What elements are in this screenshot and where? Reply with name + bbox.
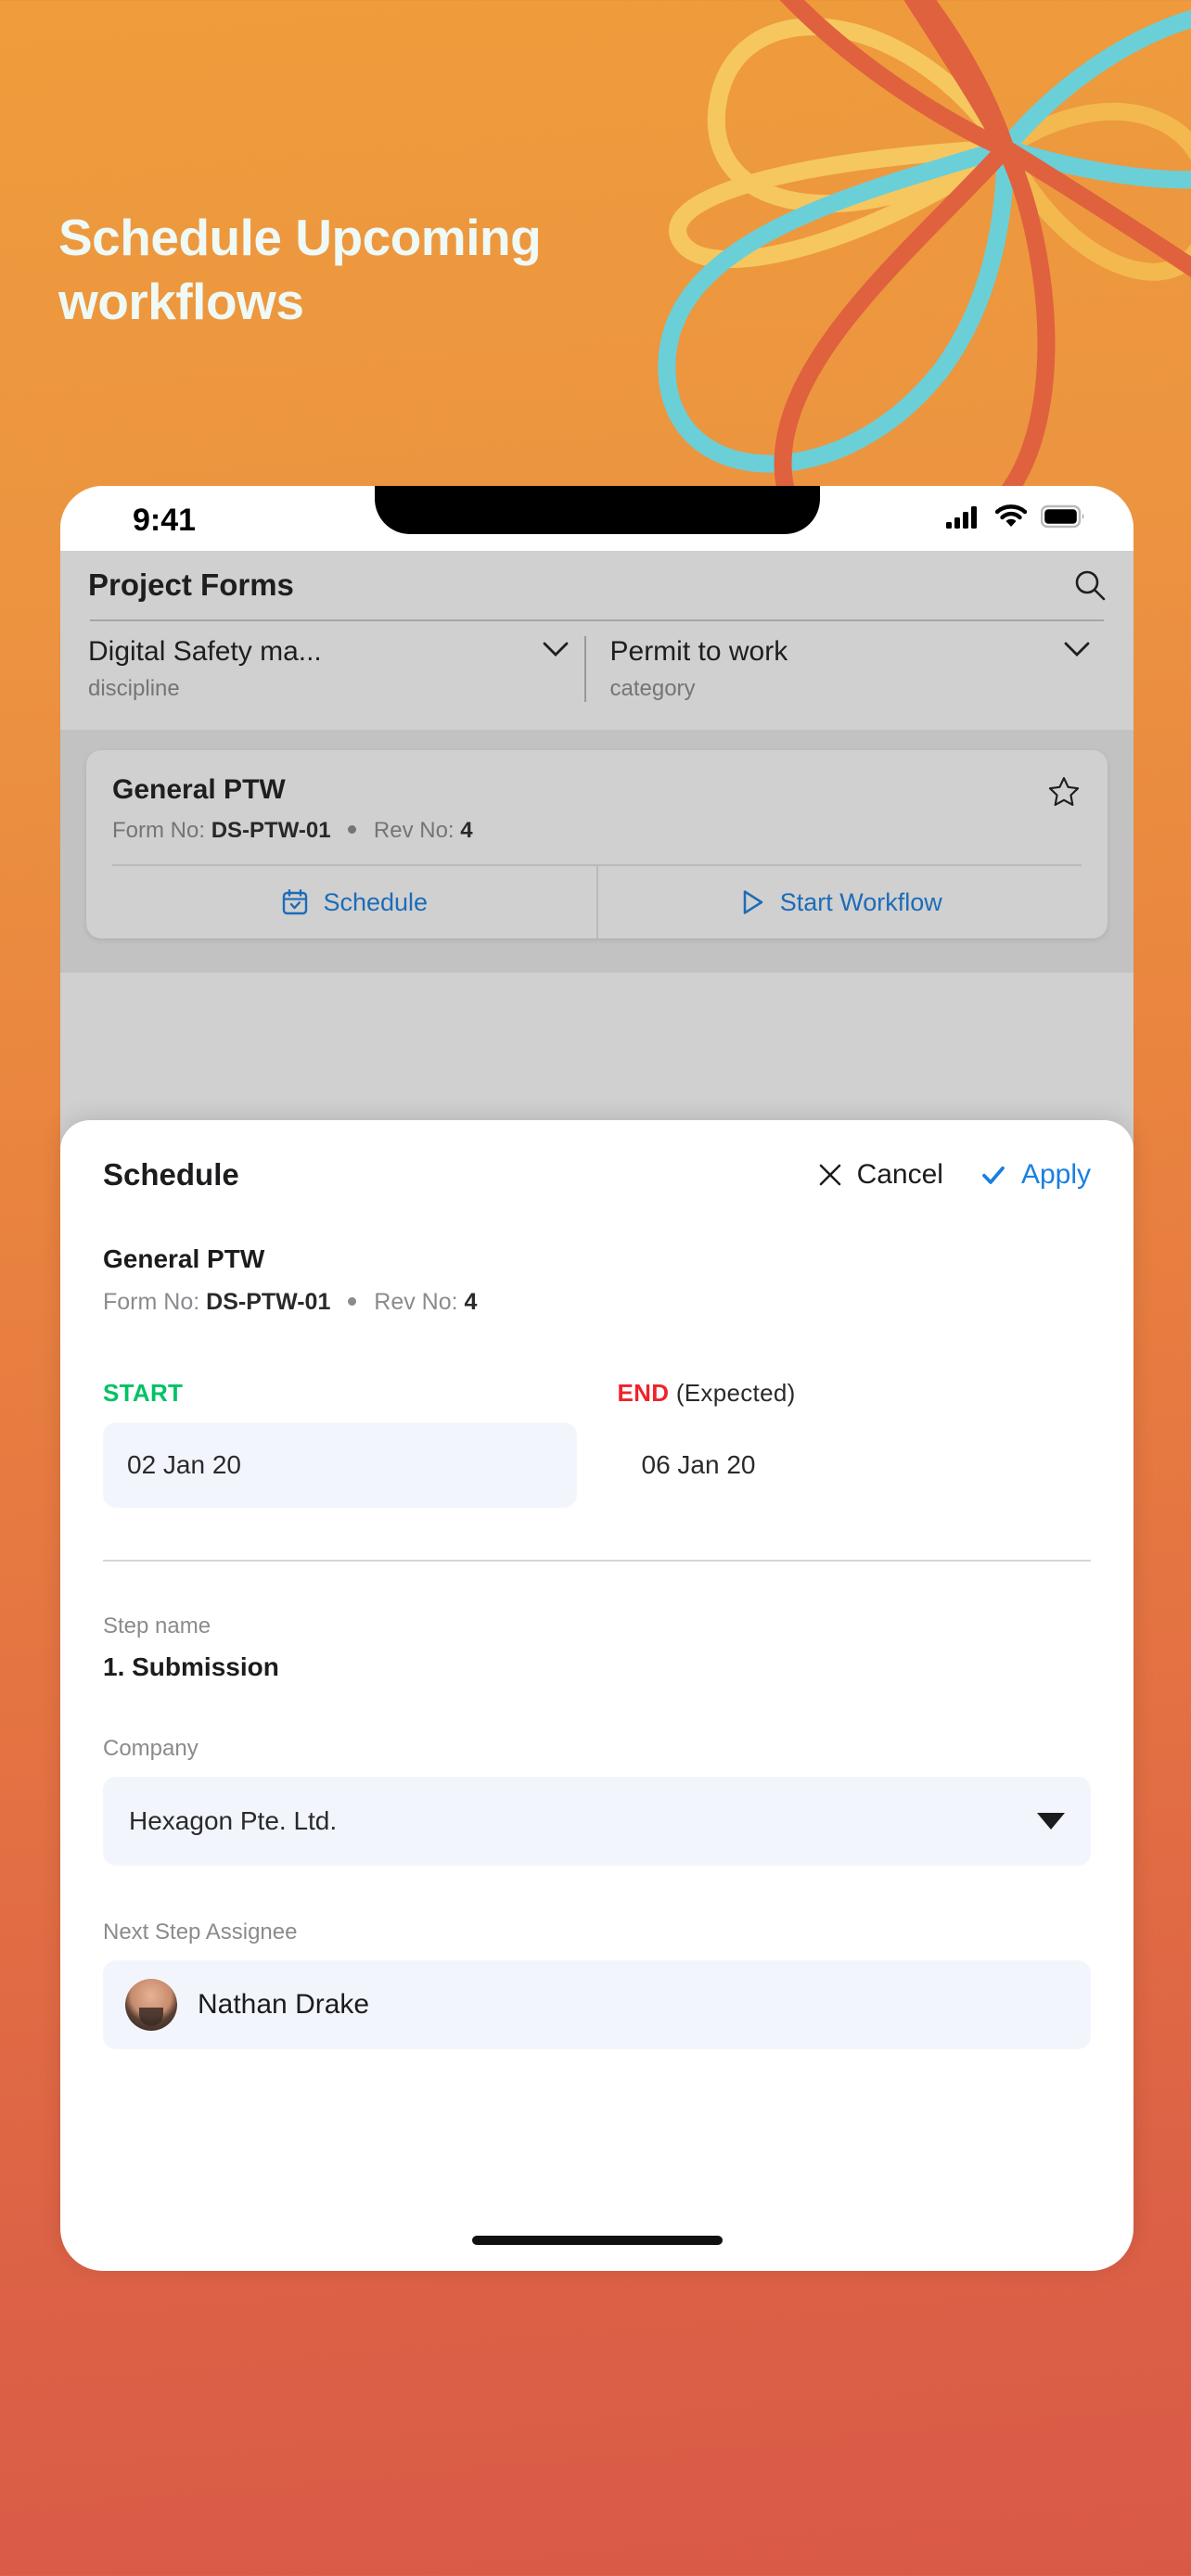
assignee-label: Next Step Assignee xyxy=(103,1919,298,1945)
company-group: Company Hexagon Pte. Ltd. xyxy=(103,1736,1091,1866)
assignee-field[interactable]: Nathan Drake xyxy=(103,1960,1091,2049)
assignee-group: Next Step Assignee Nathan Drake xyxy=(103,1919,1091,2049)
app-header: Project Forms xyxy=(60,551,1133,621)
modal-rev-no-value: 4 xyxy=(464,1289,478,1315)
modal-title: Schedule xyxy=(103,1157,239,1192)
start-workflow-button-label: Start Workflow xyxy=(779,887,942,916)
end-date-value: 06 Jan 20 xyxy=(641,1450,756,1479)
meta-dot xyxy=(348,1297,357,1306)
filter-category-label: category xyxy=(609,676,696,701)
assignee-name: Nathan Drake xyxy=(198,1989,370,2020)
filter-category[interactable]: Permit to work category xyxy=(583,636,1107,702)
status-time: 9:41 xyxy=(133,503,197,538)
step-name-group: Step name 1. Submission xyxy=(103,1613,1091,1682)
section-divider xyxy=(103,1560,1091,1562)
wifi-icon xyxy=(995,504,1027,527)
modal-form-no-label: Form No: xyxy=(103,1289,200,1315)
forms-list: General PTW Form No: DS-PTW-01 Rev No: 4 xyxy=(60,730,1133,973)
end-date-label-suffix: (Expected) xyxy=(669,1379,796,1407)
calendar-check-icon xyxy=(283,889,308,915)
home-indicator xyxy=(471,2236,723,2245)
play-outline-icon xyxy=(743,890,762,914)
page-heading: Project Forms xyxy=(88,567,294,602)
start-workflow-button[interactable]: Start Workflow xyxy=(596,866,1082,938)
status-bar: 9:41 xyxy=(60,486,1133,551)
rev-no-value: 4 xyxy=(460,818,473,843)
schedule-button[interactable]: Schedule xyxy=(112,866,596,938)
apply-button[interactable]: Apply xyxy=(979,1159,1091,1191)
company-label: Company xyxy=(103,1736,198,1761)
close-x-icon xyxy=(819,1164,840,1186)
company-select-value: Hexagon Pte. Ltd. xyxy=(129,1806,338,1835)
filter-discipline-value: Digital Safety ma... xyxy=(88,636,322,667)
form-card-title: General PTW xyxy=(112,774,286,805)
star-outline-icon[interactable] xyxy=(1046,774,1082,810)
check-icon xyxy=(982,1166,1005,1184)
form-no-label: Form No: xyxy=(112,818,206,843)
schedule-modal: Schedule Cancel Apply General PTW Form N… xyxy=(60,1120,1133,2271)
end-date-group: END (Expected) 06 Jan 20 xyxy=(577,1379,1092,1508)
avatar xyxy=(125,1979,177,2031)
cancel-button-label: Cancel xyxy=(856,1159,943,1190)
end-date-label: END (Expected) xyxy=(618,1379,1092,1408)
apply-button-label: Apply xyxy=(1020,1159,1091,1190)
chevron-down-icon xyxy=(543,642,568,657)
start-date-group: START 02 Jan 20 xyxy=(103,1379,577,1508)
company-select[interactable]: Hexagon Pte. Ltd. xyxy=(103,1777,1091,1866)
cellular-signal-icon xyxy=(946,506,977,529)
start-date-label: START xyxy=(103,1379,184,1407)
form-card-meta: Form No: DS-PTW-01 Rev No: 4 xyxy=(112,818,473,844)
modal-form-title: General PTW xyxy=(103,1244,265,1273)
schedule-button-label: Schedule xyxy=(323,887,429,916)
notch xyxy=(374,486,820,534)
form-no-value: DS-PTW-01 xyxy=(211,818,331,843)
battery-icon xyxy=(1041,504,1084,529)
step-name-value: 1. Submission xyxy=(103,1652,279,1681)
rev-no-label: Rev No: xyxy=(373,818,455,843)
search-icon[interactable] xyxy=(1074,569,1106,601)
step-name-label: Step name xyxy=(103,1613,211,1639)
meta-dot xyxy=(348,825,357,834)
filter-category-value: Permit to work xyxy=(609,636,788,667)
end-date-label-text: END xyxy=(617,1379,670,1407)
page-title: Schedule Upcoming workflows xyxy=(58,206,726,335)
headline-line-1: Schedule Upcoming xyxy=(58,209,542,266)
filter-discipline[interactable]: Digital Safety ma... discipline xyxy=(88,636,584,702)
modal-rev-no-label: Rev No: xyxy=(374,1289,458,1315)
modal-form-meta: Form No: DS-PTW-01 Rev No: 4 xyxy=(103,1289,1091,1316)
caret-down-icon xyxy=(1037,1813,1065,1830)
headline-line-2: workflows xyxy=(58,273,304,331)
start-date-value: 02 Jan 20 xyxy=(127,1450,241,1479)
cancel-button[interactable]: Cancel xyxy=(816,1159,943,1191)
end-date-field[interactable]: 06 Jan 20 xyxy=(618,1422,1092,1508)
chevron-down-icon xyxy=(1064,642,1090,657)
form-card-general-ptw[interactable]: General PTW Form No: DS-PTW-01 Rev No: 4 xyxy=(86,750,1108,938)
start-date-field[interactable]: 02 Jan 20 xyxy=(103,1422,577,1508)
filter-discipline-label: discipline xyxy=(88,676,180,701)
filter-row: Digital Safety ma... discipline Permit t… xyxy=(60,621,1133,730)
modal-form-no-value: DS-PTW-01 xyxy=(206,1289,331,1315)
